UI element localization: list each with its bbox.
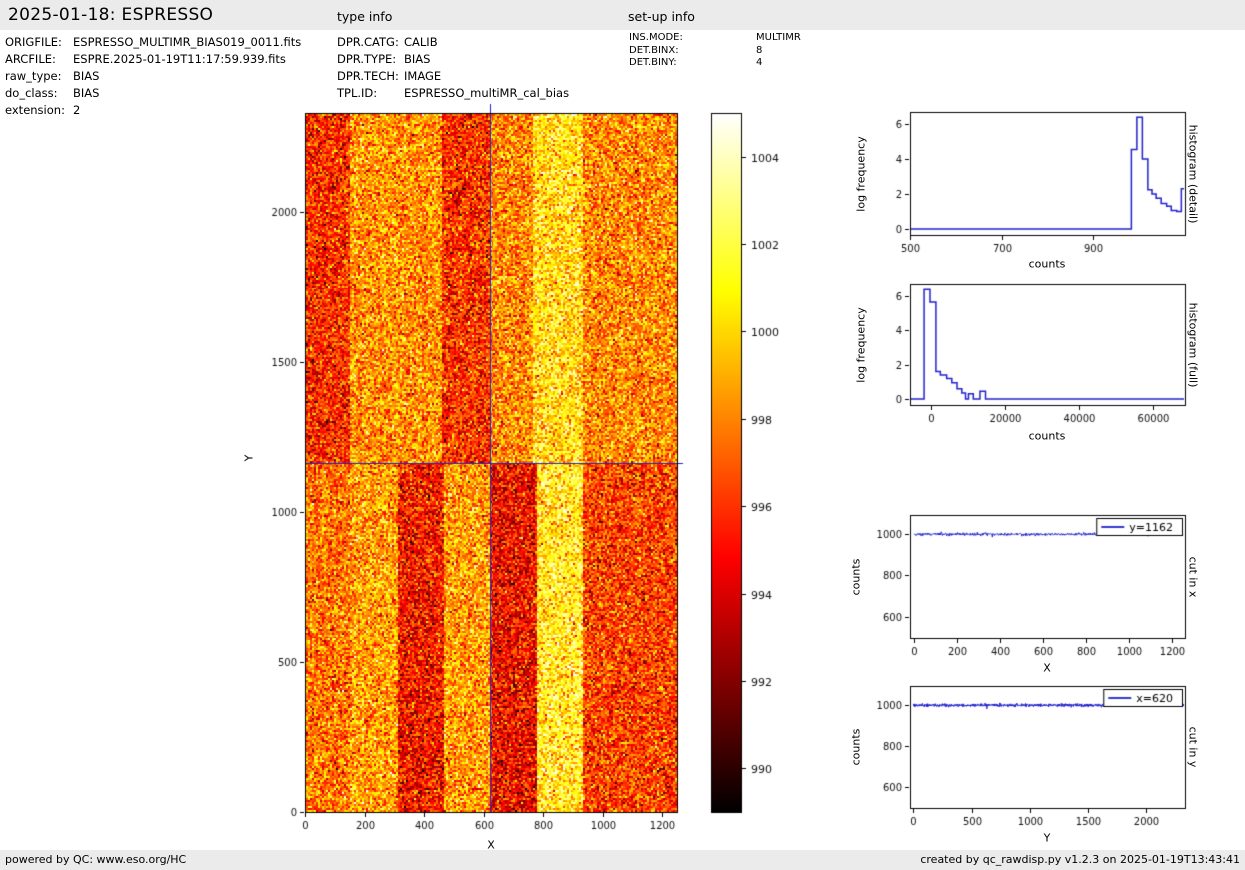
cut-x-y-axis-label: counts [849,558,863,596]
info-value: 4 [756,57,763,68]
info-label: do_class: [5,86,58,100]
file-info-block: ORIGFILE: ESPRESSO_MULTIMR_BIAS019_0011.f… [5,34,301,119]
info-value: BIAS [73,69,100,83]
qc-report-page: 2025-01-18: ESPRESSO type info set-up in… [0,0,1245,870]
file-info-row: raw_type: BIAS [5,68,301,85]
info-label: INS.MODE: [629,32,683,43]
hist-detail-y-axis-label: log frequency [854,136,868,212]
cut-y-right-label: cut in y [1186,726,1200,768]
cut-y-x-axis-label: Y [1043,831,1051,845]
page-title: 2025-01-18: ESPRESSO [8,5,214,25]
type-info-block: DPR.CATG: CALIB DPR.TYPE: BIAS DPR.TECH: IM… [337,34,569,102]
info-label: DPR.TYPE: [337,52,397,66]
file-info-row: ORIGFILE: ESPRESSO_MULTIMR_BIAS019_0011.f… [5,34,301,51]
type-info-row: DPR.TYPE: BIAS [337,51,569,68]
info-label: DPR.TECH: [337,69,399,83]
cut-x-x-axis-label: X [1043,661,1051,675]
setup-info-row: INS.MODE: MULTIMR [629,32,801,45]
cut-y-y-axis-label: counts [849,728,863,766]
type-info-row: TPL.ID: ESPRESSO_multiMR_cal_bias [337,85,569,102]
info-label: ORIGFILE: [5,35,62,49]
type-info-heading: type info [337,9,393,24]
header-bar: 2025-01-18: ESPRESSO type info set-up in… [0,0,1245,30]
type-info-row: DPR.TECH: IMAGE [337,68,569,85]
file-info-row: do_class: BIAS [5,85,301,102]
file-info-row: extension: 2 [5,102,301,119]
hist-full-y-axis-label: log frequency [854,307,868,383]
file-info-row: ARCFILE: ESPRE.2025-01-19T11:17:59.939.fi… [5,51,301,68]
hist-full-right-label: histogram (full) [1186,302,1200,388]
info-label: TPL.ID: [337,86,378,100]
setup-info-heading: set-up info [628,9,695,24]
type-info-row: DPR.CATG: CALIB [337,34,569,51]
hist-detail-x-axis-label: counts [1028,257,1066,271]
info-label: extension: [5,103,65,117]
hist-full-x-axis-label: counts [1028,429,1066,443]
footer-left-text: powered by QC: www.eso.org/HC [5,853,187,866]
info-value: IMAGE [404,69,442,83]
setup-info-row: DET.BINY: 4 [629,57,801,70]
info-value: MULTIMR [756,32,801,43]
info-value: BIAS [73,86,100,100]
info-label: ARCFILE: [5,52,56,66]
setup-info-row: DET.BINX: 8 [629,45,801,58]
info-label: DET.BINY: [629,57,677,68]
info-label: DET.BINX: [629,44,679,56]
info-value: ESPRESSO_MULTIMR_BIAS019_0011.fits [73,35,302,49]
setup-info-block: INS.MODE: MULTIMR DET.BINX: 8 DET.BINY: 4 [629,32,801,70]
info-label: raw_type: [5,69,62,83]
info-value: 8 [756,44,763,56]
cut-x-right-label: cut in x [1186,556,1200,598]
info-value: CALIB [404,35,438,49]
info-label: DPR.CATG: [337,35,399,49]
heatmap-y-axis-label: Y [242,454,256,462]
info-value: ESPRESSO_multiMR_cal_bias [404,86,570,100]
info-value: ESPRE.2025-01-19T11:17:59.939.fits [73,52,286,66]
footer-bar: powered by QC: www.eso.org/HC created by… [0,850,1245,870]
footer-right-text: created by qc_rawdisp.py v1.2.3 on 2025-… [920,853,1240,866]
info-value: BIAS [404,52,431,66]
info-value: 2 [73,103,81,117]
hist-detail-right-label: histogram (detail) [1186,124,1200,224]
